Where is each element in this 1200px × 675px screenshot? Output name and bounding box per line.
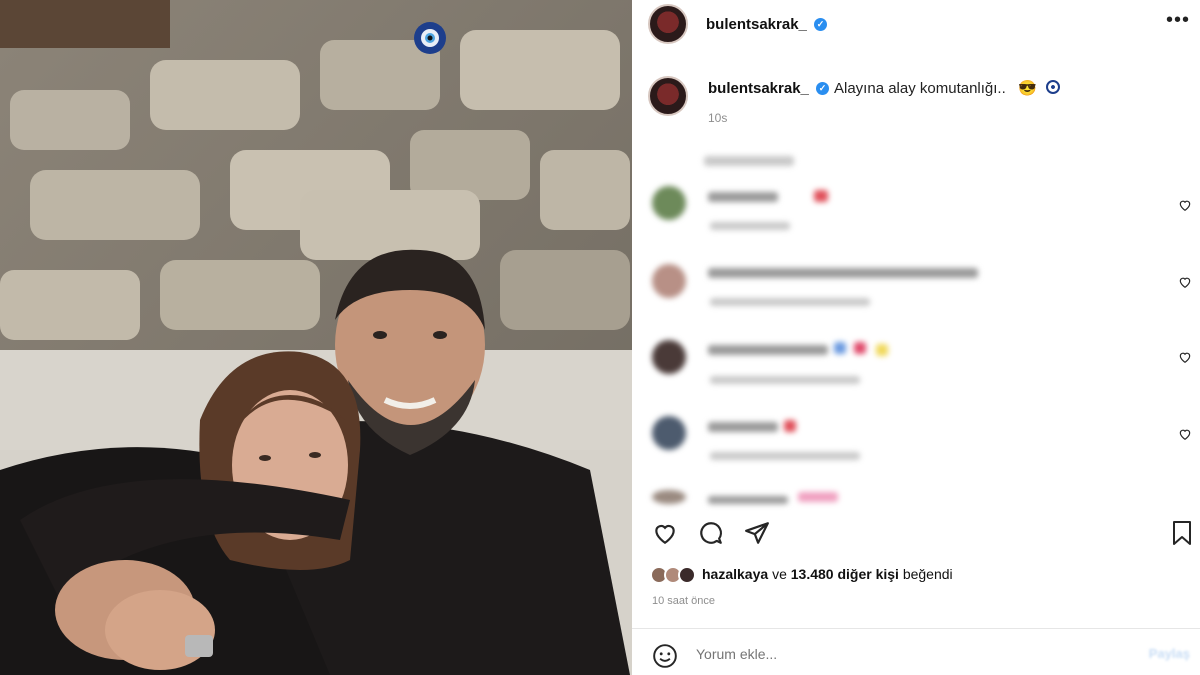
avatar[interactable]	[648, 4, 688, 44]
post-time: 10 saat önce	[652, 595, 715, 607]
comment-meta-blurred	[710, 376, 860, 384]
liker-avatar	[678, 566, 696, 584]
action-bar	[632, 514, 1200, 554]
post-side-panel: bulentsakrak_ ✓ ••• bulentsakrak_ ✓ Alay…	[632, 0, 1200, 675]
caption-avatar[interactable]	[648, 76, 688, 116]
comment-blurred	[708, 345, 828, 355]
likes-count[interactable]: 13.480 diğer kişi	[791, 566, 899, 582]
comment-avatar	[652, 340, 686, 374]
comment-blurred-emoji	[854, 342, 866, 354]
send-icon[interactable]	[744, 520, 770, 546]
verified-badge-icon: ✓	[814, 18, 827, 31]
post-photo-illustration	[0, 0, 632, 675]
header-username[interactable]: bulentsakrak_	[706, 16, 807, 33]
comment-blurred	[708, 422, 778, 432]
likes-suffix: beğendi	[902, 566, 953, 582]
comment-input[interactable]	[696, 646, 1096, 662]
comment-blurred	[708, 192, 778, 202]
comment-avatar	[652, 264, 686, 298]
comment-heart-icon[interactable]	[1178, 198, 1192, 212]
evil-eye-icon	[1046, 80, 1060, 94]
post-photo[interactable]	[0, 0, 632, 675]
comment-meta-blurred	[710, 452, 860, 460]
comment-heart-icon[interactable]	[1178, 350, 1192, 364]
caption-text: Alayına alay komutanlığı..	[834, 80, 1006, 97]
comment-meta-blurred	[710, 222, 790, 230]
comment-blurred-emoji	[834, 342, 846, 354]
likes-line: hazalkaya ve 13.480 diğer kişi beğendi	[702, 566, 953, 582]
comment-blurred-emoji	[798, 492, 838, 502]
heart-icon[interactable]	[652, 520, 678, 546]
liker-username[interactable]: hazalkaya	[702, 566, 768, 582]
comment-avatar	[652, 416, 686, 450]
comment-blurred	[708, 496, 788, 504]
comment-blurred-emoji	[784, 420, 796, 432]
comment-blurred-emoji	[876, 344, 888, 356]
comment-icon[interactable]	[698, 520, 724, 546]
blurred-translation-link	[704, 156, 794, 166]
caption-verified-icon: ✓	[816, 82, 829, 95]
smile-icon[interactable]	[652, 643, 678, 669]
comment-blurred	[708, 268, 978, 278]
comment-avatar	[652, 490, 686, 504]
divider	[632, 628, 1200, 629]
comment-meta-blurred	[710, 298, 870, 306]
comment-heart-icon[interactable]	[1178, 427, 1192, 441]
post-header: bulentsakrak_ ✓ •••	[632, 0, 1200, 48]
comment-heart-icon[interactable]	[1178, 275, 1192, 289]
post-comment-button[interactable]: Paylaş	[1149, 646, 1190, 661]
caption-username[interactable]: bulentsakrak_	[708, 80, 809, 97]
caption-time: 10s	[708, 111, 728, 125]
comment-blurred-emoji	[814, 190, 828, 202]
more-horizontal-icon[interactable]: •••	[1166, 10, 1190, 30]
likes-connector: ve	[772, 566, 787, 582]
bookmark-icon[interactable]	[1170, 520, 1194, 546]
caption-emoji: 😎	[1018, 80, 1037, 97]
comment-avatar	[652, 186, 686, 220]
